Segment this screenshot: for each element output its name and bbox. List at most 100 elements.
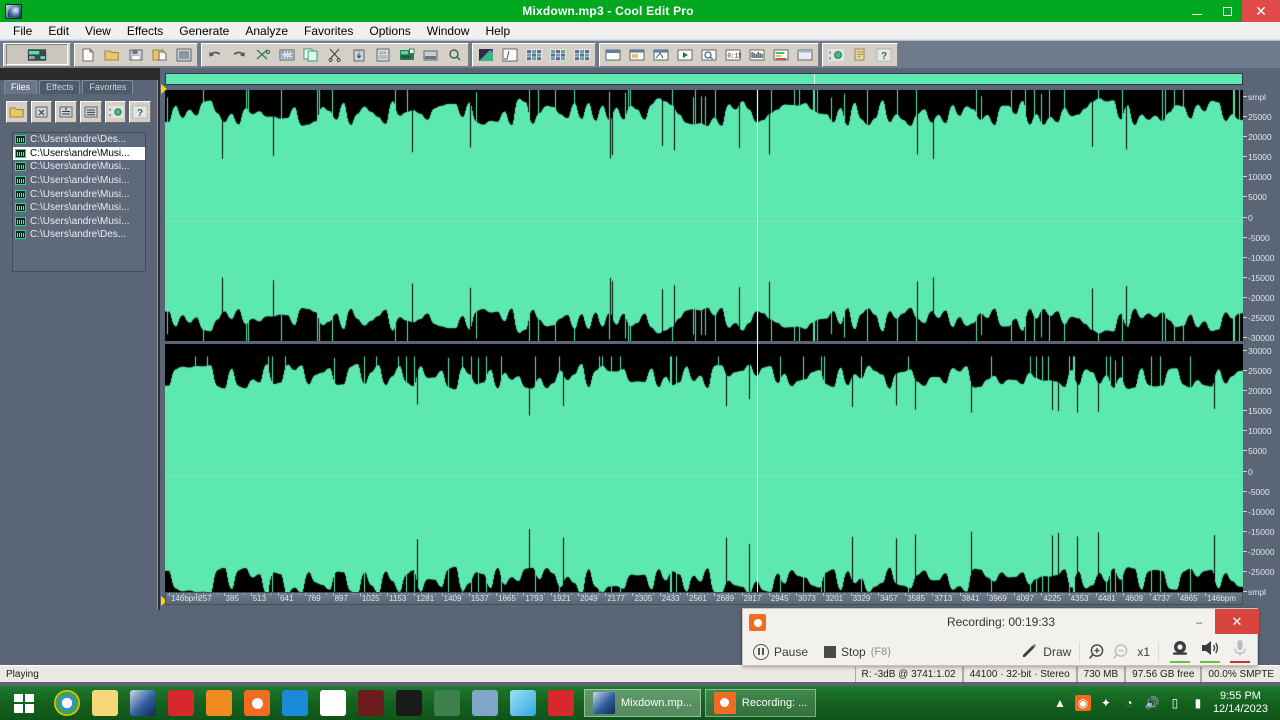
- waveform-view-button[interactable]: [499, 44, 521, 65]
- show-mixer-button[interactable]: [547, 44, 569, 65]
- redo-button[interactable]: [228, 44, 250, 65]
- show-hidden-icons-button[interactable]: ▲: [1052, 695, 1068, 711]
- microphone-toggle[interactable]: [1227, 638, 1253, 665]
- level-meters-button[interactable]: [770, 44, 792, 65]
- organizer-tab-favorites[interactable]: Favorites: [82, 80, 134, 94]
- trim-button[interactable]: [252, 44, 274, 65]
- file-list-item[interactable]: C:\Users\andre\Musi...: [13, 146, 145, 161]
- taskbar-window-recorder[interactable]: Recording: ...: [704, 689, 817, 717]
- organizer-help-button[interactable]: ?: [129, 101, 152, 123]
- taskbar-cool-edit-pro-icon[interactable]: [124, 686, 162, 720]
- stop-recording-button[interactable]: Stop (F8): [824, 645, 891, 659]
- menu-item-options[interactable]: Options: [361, 23, 418, 39]
- file-list-item[interactable]: C:\Users\andre\Musi...: [13, 174, 145, 188]
- file-list[interactable]: C:\Users\andre\Des... C:\Users\andre\Musi…: [12, 132, 146, 272]
- horizontal-scrollbar[interactable]: [165, 73, 1243, 85]
- draw-tool-button[interactable]: Draw: [1021, 643, 1071, 660]
- options-button[interactable]: xx: [825, 44, 847, 65]
- taskbar-media-player-icon[interactable]: [200, 686, 238, 720]
- new-file-button[interactable]: [77, 44, 99, 65]
- organizer-insert-into-playlist-button[interactable]: [80, 101, 102, 123]
- menu-item-view[interactable]: View: [77, 23, 119, 39]
- taskbar-window-cool-edit[interactable]: Mixdown.mp...: [584, 689, 701, 717]
- maximize-button[interactable]: [1212, 0, 1242, 22]
- taskbar-puzzle-icon[interactable]: [466, 686, 504, 720]
- insert-into-multitrack-button[interactable]: [396, 44, 418, 65]
- menu-item-favorites[interactable]: Favorites: [296, 23, 361, 39]
- recording-dialog[interactable]: Recording: 00:19:33 – ✕ Pause Stop (F8): [742, 608, 1259, 666]
- battery-tray-icon[interactable]: ▯: [1167, 695, 1183, 711]
- multitrack-view-button[interactable]: [6, 44, 68, 65]
- file-list-item[interactable]: C:\Users\andre\Des...: [13, 133, 145, 147]
- organizer-close-file-button[interactable]: [30, 101, 53, 123]
- time-window-button[interactable]: 0:15: [722, 44, 744, 65]
- menu-item-edit[interactable]: Edit: [40, 23, 77, 39]
- convert-sample-type-button[interactable]: [420, 44, 442, 65]
- cut-button[interactable]: [324, 44, 346, 65]
- play-list-button[interactable]: [674, 44, 696, 65]
- menu-item-generate[interactable]: Generate: [171, 23, 237, 39]
- taskbar-chrome-icon[interactable]: [48, 686, 86, 720]
- bluetooth-tray-icon[interactable]: ✦: [1098, 695, 1114, 711]
- taskbar-share-arrow-icon[interactable]: [276, 686, 314, 720]
- minimize-button[interactable]: [1182, 0, 1212, 22]
- paste-button[interactable]: [348, 44, 370, 65]
- mix-paste-button[interactable]: 123: [372, 44, 394, 65]
- show-levels-button[interactable]: [571, 44, 593, 65]
- organizer-insert-into-multitrack-button[interactable]: [55, 101, 78, 123]
- scrollbar-thumb[interactable]: [166, 74, 1242, 84]
- taskbar-clover-game-icon[interactable]: [428, 686, 466, 720]
- taskbar-file-explorer-icon[interactable]: [86, 686, 124, 720]
- volume-tray-icon[interactable]: 🔊: [1144, 695, 1160, 711]
- file-list-item[interactable]: C:\Users\andre\Musi...: [13, 187, 145, 201]
- taskbar-book-icon[interactable]: [314, 686, 352, 720]
- copy-button[interactable]: [300, 44, 322, 65]
- undo-button[interactable]: [204, 44, 226, 65]
- help-button[interactable]: ?: [873, 44, 895, 65]
- taskbar-music-disc-icon[interactable]: [162, 686, 200, 720]
- scripts-button[interactable]: [849, 44, 871, 65]
- open-file-button[interactable]: [101, 44, 123, 65]
- taskbar-clock[interactable]: 9:55 PM 12/14/2023: [1213, 690, 1274, 716]
- menu-item-analyze[interactable]: Analyze: [237, 23, 296, 39]
- save-all-button[interactable]: [173, 44, 195, 65]
- menu-item-effects[interactable]: Effects: [119, 23, 171, 39]
- menu-item-file[interactable]: File: [5, 23, 40, 39]
- edit-window-button[interactable]: [650, 44, 672, 65]
- time-ruler[interactable]: 146bpm 257 385 513 641 769 897 1025 1153 1281 1409…: [165, 592, 1243, 605]
- recording-zoom-in-button[interactable]: [1088, 642, 1108, 662]
- save-as-button[interactable]: [149, 44, 171, 65]
- organizer-tab-files[interactable]: Files: [4, 80, 38, 94]
- organizer-open-file-button[interactable]: [6, 101, 28, 123]
- save-file-button[interactable]: [125, 44, 147, 65]
- select-all-button[interactable]: [276, 44, 298, 65]
- right-channel-waveform[interactable]: [165, 344, 1243, 595]
- start-button[interactable]: [0, 686, 48, 720]
- organizer-window-button[interactable]: [602, 44, 624, 65]
- organizer-file-options-button[interactable]: xx: [104, 101, 127, 123]
- organizer-tab-effects[interactable]: Effects: [39, 80, 81, 94]
- placeholder-window-button[interactable]: [794, 44, 816, 65]
- pause-recording-button[interactable]: Pause: [753, 643, 808, 660]
- recording-zoom-out-button[interactable]: [1112, 642, 1132, 662]
- network-tray-icon[interactable]: ◔: [1121, 695, 1137, 711]
- waveform-display[interactable]: [161, 84, 1243, 606]
- recording-minimize-button[interactable]: –: [1185, 613, 1213, 632]
- zoom-window-button[interactable]: [698, 44, 720, 65]
- taskbar-photo-thumbnail-icon[interactable]: [352, 686, 390, 720]
- speaker-toggle[interactable]: [1197, 638, 1223, 665]
- taskbar-dolphin-emulator-icon[interactable]: [504, 686, 542, 720]
- taskbar-marvel-game-icon[interactable]: [390, 686, 428, 720]
- camera-toggle[interactable]: [1167, 638, 1193, 665]
- file-list-item[interactable]: C:\Users\andre\Musi...: [13, 160, 145, 174]
- menu-item-help[interactable]: Help: [477, 23, 518, 39]
- close-button[interactable]: ✕: [1242, 0, 1280, 22]
- frequency-analysis-button[interactable]: [746, 44, 768, 65]
- recording-close-button[interactable]: ✕: [1215, 609, 1259, 634]
- spectral-view-button[interactable]: [475, 44, 497, 65]
- playhead-cursor[interactable]: [757, 90, 758, 598]
- menu-item-window[interactable]: Window: [419, 23, 478, 39]
- left-channel-waveform[interactable]: [165, 90, 1243, 341]
- file-list-item[interactable]: C:\Users\andre\Des...: [13, 228, 145, 242]
- find-button[interactable]: [444, 44, 466, 65]
